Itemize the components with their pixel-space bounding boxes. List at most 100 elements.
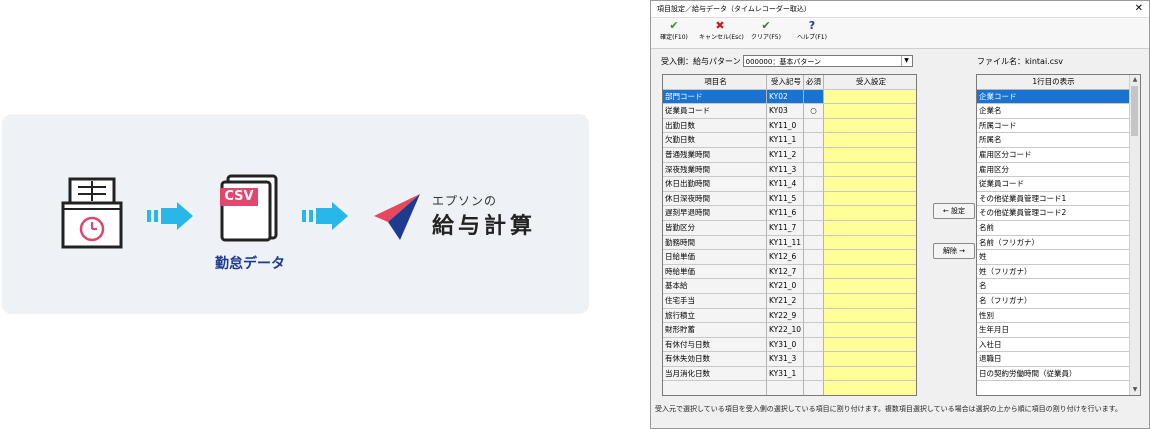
grid-cell-required: ○ [804,104,824,119]
assign-button[interactable]: ← 設定 [933,203,975,219]
grid-cell-setting[interactable] [824,206,916,221]
list-item[interactable]: その他従業員管理コード2 [977,206,1131,221]
flow-panel: CSV 勤怠データ エプソンの 給与計算 [2,114,589,314]
list-item[interactable]: 企業名 [977,104,1131,119]
clear-button[interactable]: ✔ クリア(F5) [745,18,787,48]
grid-cell-setting[interactable] [824,220,916,236]
scroll-down-icon[interactable]: ▼ [1130,385,1140,395]
grid-row[interactable]: 時給単価 KY12_7 [663,264,916,280]
grid-cell-item-name: 財形貯蓄 [663,323,767,338]
grid-cell-setting[interactable] [824,133,916,148]
list-item[interactable]: その他従業員管理コード1 [977,191,1131,207]
grid-cell-setting[interactable] [824,118,916,134]
import-item-grid: 項目名 受入記号 必須 受入設定 部門コード KY02 従業員コード KY03 ○ 出勤日… [662,74,917,396]
grid-cell-required [804,352,824,367]
grid-cell-setting[interactable] [824,250,916,265]
grid-cell-setting[interactable] [824,104,916,119]
grid-row[interactable] [663,381,916,395]
grid-cell-required [804,147,824,163]
grid-row[interactable]: 休日出勤時間 KY11_4 [663,177,916,192]
confirm-button[interactable]: ✔ 確定(F10) [653,18,695,48]
list-item[interactable]: 名（フリガナ） [977,293,1131,309]
grid-row[interactable]: 普通残業時間 KY11_2 [663,147,916,163]
list-item[interactable]: 所属コード [977,118,1131,134]
list-item[interactable]: 名前 [977,220,1131,236]
grid-cell-setting[interactable] [824,89,916,105]
grid-cell-item-name: 旅行積立 [663,308,767,324]
grid-cell-setting[interactable] [824,177,916,192]
grid-header: 項目名 受入記号 必須 受入設定 [663,75,916,90]
help-button[interactable]: ? ヘルプ(F1) [791,18,833,48]
grid-cell-setting[interactable] [824,293,916,309]
scroll-thumb[interactable] [1131,86,1138,136]
grid-row[interactable]: 日給単価 KY12_6 [663,250,916,265]
grid-row[interactable]: 欠勤日数 KY11_1 [663,133,916,148]
list-item[interactable]: 企業コード [977,89,1131,105]
list-scrollbar[interactable]: ▲ ▼ [1129,75,1140,395]
grid-cell-setting[interactable] [824,279,916,294]
chevron-down-icon[interactable]: ▼ [900,56,912,66]
grid-row[interactable]: 財形貯蓄 KY22_10 [663,323,916,338]
pattern-row: 受入側：給与パターン 000000：基本パターン ▼ [661,55,913,67]
grid-row[interactable]: 深夜残業時間 KY11_3 [663,162,916,178]
grid-row[interactable]: 当月消化日数 KY31_1 [663,366,916,382]
pattern-select[interactable]: 000000：基本パターン ▼ [742,55,913,67]
list-item[interactable]: 雇用区分コード [977,147,1131,163]
grid-row[interactable]: 住宅手当 KY21_2 [663,293,916,309]
list-item[interactable]: 性別 [977,308,1131,324]
grid-row[interactable]: 勤務時間 KY11_11 [663,235,916,251]
grid-row[interactable]: 旅行積立 KY22_9 [663,308,916,324]
scroll-up-icon[interactable]: ▲ [1130,75,1140,85]
grid-cell-setting[interactable] [824,235,916,251]
pattern-value: 000000：基本パターン [745,58,821,66]
grid-cell-setting[interactable] [824,308,916,324]
list-item[interactable]: 名 [977,279,1131,294]
grid-cell-setting[interactable] [824,337,916,353]
list-item[interactable]: 名前（フリガナ） [977,235,1131,251]
grid-cell-code: KY31_3 [767,352,804,367]
grid-cell-setting[interactable] [824,162,916,178]
list-item[interactable]: 生年月日 [977,323,1131,338]
grid-row[interactable]: 有休付与日数 KY31_0 [663,337,916,353]
grid-cell-setting[interactable] [824,381,916,395]
grid-row[interactable]: 部門コード KY02 [663,89,916,105]
grid-row[interactable]: 出勤日数 KY11_0 [663,118,916,134]
grid-cell-required [804,220,824,236]
grid-row[interactable]: 従業員コード KY03 ○ [663,104,916,119]
grid-cell-setting[interactable] [824,147,916,163]
list-item[interactable]: 雇用区分 [977,162,1131,178]
grid-cell-item-name: 有休付与日数 [663,337,767,353]
import-settings-dialog: 項目設定／給与データ（タイムレコーダー取込） ✕ ✔ 確定(F10) ✖ キャン… [650,0,1150,429]
csv-caption: 勤怠データ [215,256,285,272]
list-item[interactable]: 姓 [977,250,1131,265]
list-item[interactable]: 所属名 [977,133,1131,148]
file-name-label: ファイル名：kintai.csv [977,57,1064,66]
grid-cell-required [804,279,824,294]
clear-label: クリア(F5) [751,34,781,41]
source-field-list: 1行目の表示 企業コード 企業名 所属コード 所属名 雇用区分コード 雇用区分 従業員コード… [976,74,1141,396]
grid-cell-required [804,264,824,280]
list-item[interactable]: 従業員コード [977,177,1131,192]
grid-row[interactable]: 基本給 KY21_0 [663,279,916,294]
grid-row[interactable]: 休日深夜時間 KY11_5 [663,191,916,207]
confirm-label: 確定(F10) [660,34,688,41]
grid-cell-setting[interactable] [824,352,916,367]
status-message: 受入元で選択している項目を受入側の選択している項目に割り付けます。複数項目選択し… [655,405,1122,413]
close-icon[interactable]: ✕ [1135,1,1143,17]
grid-row[interactable]: 皆勤区分 KY11_7 [663,220,916,236]
list-item[interactable]: 姓（フリガナ） [977,264,1131,280]
grid-cell-setting[interactable] [824,264,916,280]
list-item[interactable]: 入社日 [977,337,1131,353]
list-item[interactable] [977,381,1131,395]
grid-cell-setting[interactable] [824,191,916,207]
grid-cell-code: KY03 [767,104,804,119]
unassign-button[interactable]: 解除 → [933,243,975,259]
grid-cell-setting[interactable] [824,366,916,382]
list-item[interactable]: 退職日 [977,352,1131,367]
csv-badge: CSV [220,188,258,206]
grid-cell-setting[interactable] [824,323,916,338]
cancel-button[interactable]: ✖ キャンセル(Esc) [699,18,744,48]
grid-row[interactable]: 有休失効日数 KY31_3 [663,352,916,367]
grid-row[interactable]: 遅刻早退時間 KY11_6 [663,206,916,221]
list-item[interactable]: 日の契約労働時間（従業員） [977,366,1131,382]
